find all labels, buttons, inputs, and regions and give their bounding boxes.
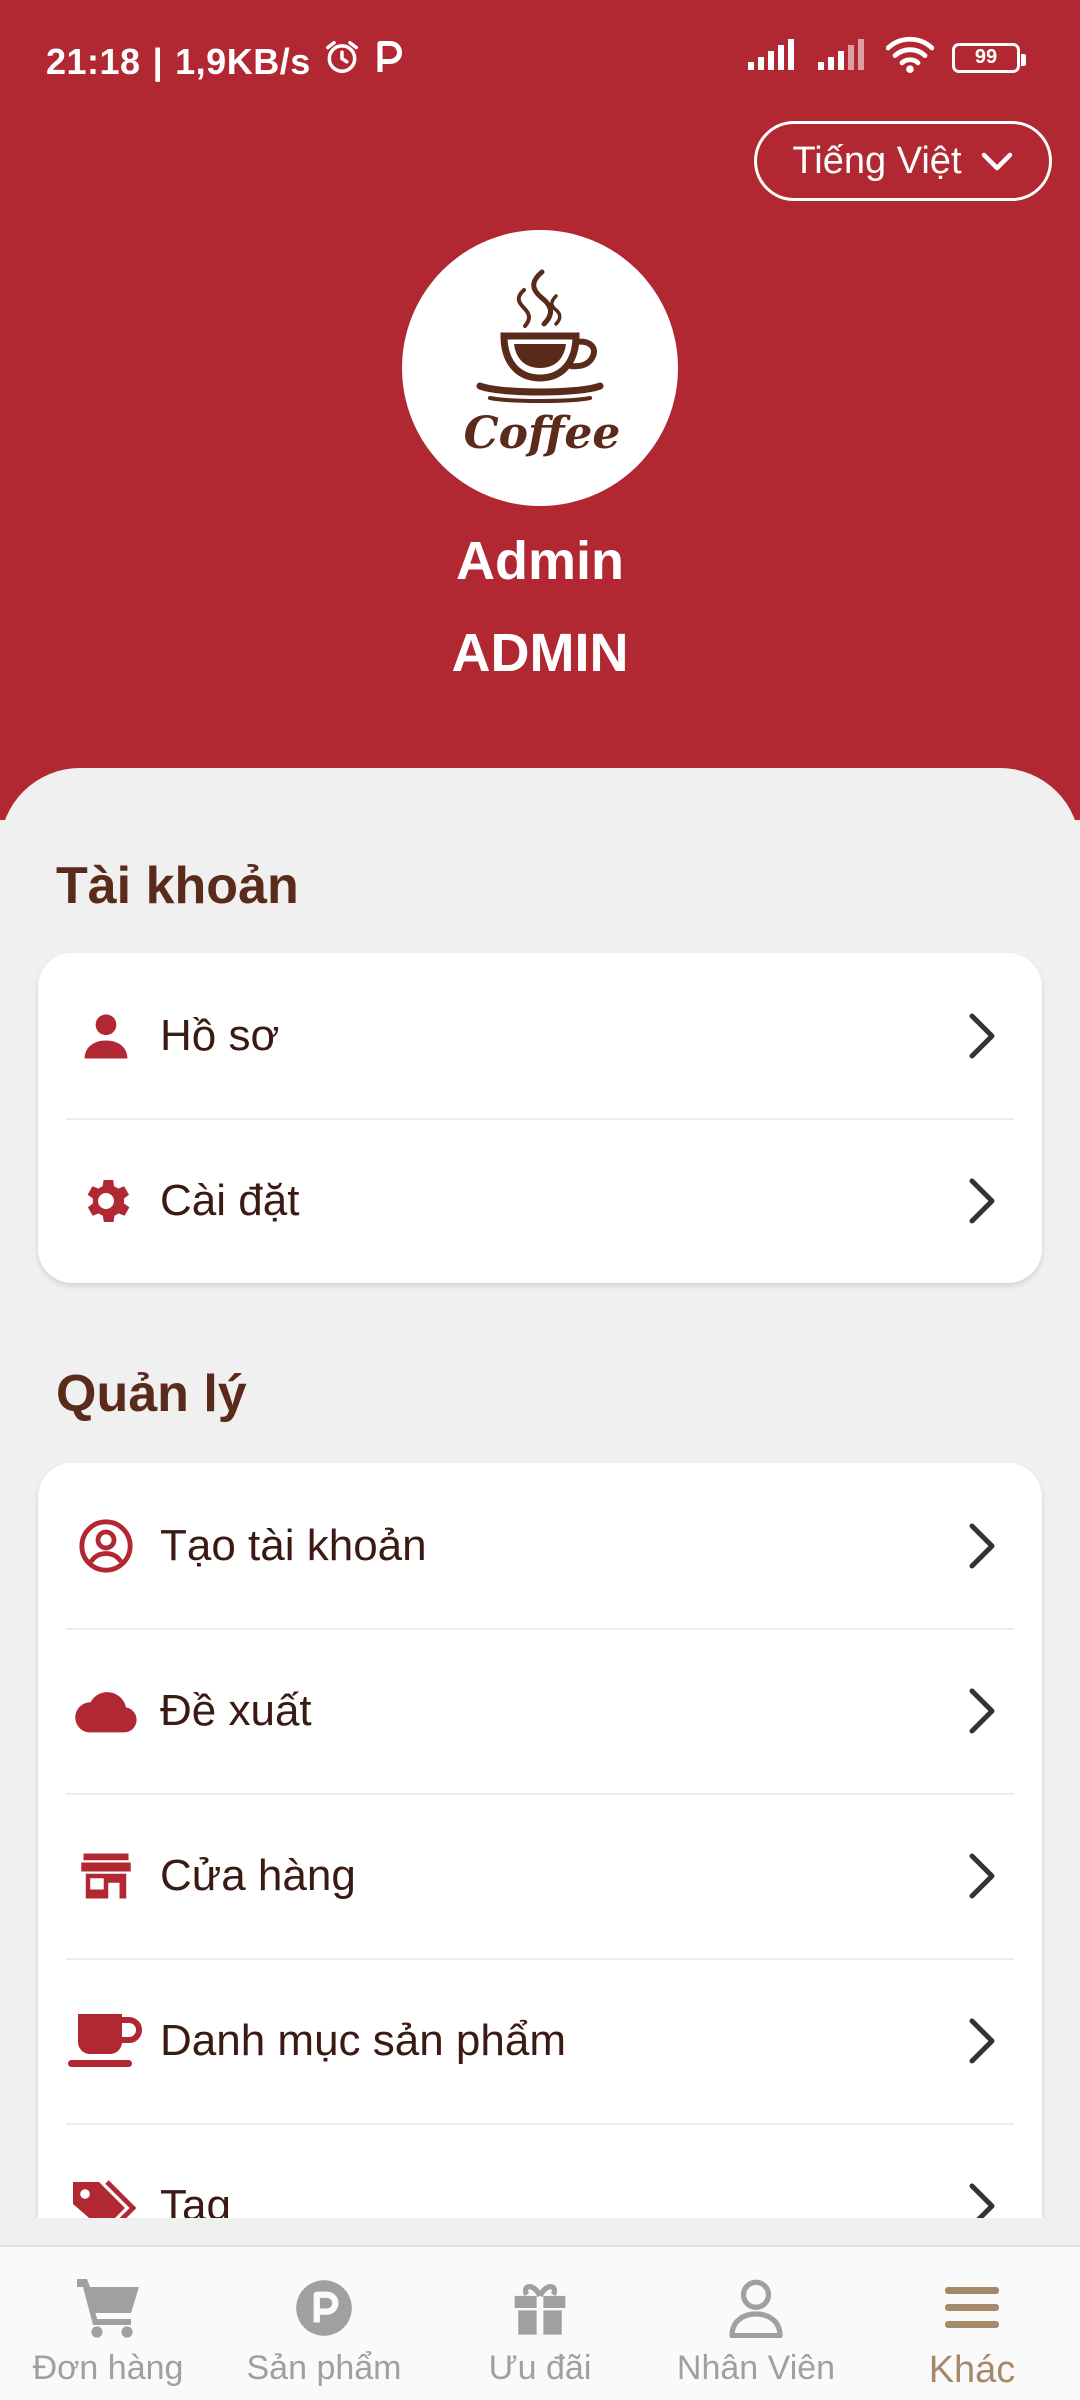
- status-bar: 21:18 | 1,9KB/s 99: [0, 0, 1080, 120]
- cloud-icon: [66, 1671, 146, 1751]
- menu-item-label: Danh mục sản phẩm: [160, 2015, 566, 2065]
- menu-item-suggestions[interactable]: Đề xuất: [38, 1628, 1042, 1793]
- status-net-speed: 1,9KB/s: [175, 40, 311, 82]
- status-separator: |: [152, 40, 164, 82]
- menu-icon: [939, 2275, 1005, 2341]
- signal-icon: [816, 38, 868, 77]
- language-label: Tiếng Việt: [792, 139, 962, 182]
- status-time: 21:18: [46, 40, 141, 82]
- section-title-account: Tài khoản: [56, 857, 299, 915]
- menu-item-profile[interactable]: Hồ sơ: [38, 953, 1042, 1118]
- nav-item-orders[interactable]: Đơn hàng: [0, 2247, 216, 2400]
- chevron-right-icon: [962, 1516, 1002, 1576]
- menu-item-label: Tag: [160, 2180, 231, 2219]
- chevron-right-icon: [962, 1681, 1002, 1741]
- chevron-down-icon: [980, 140, 1014, 183]
- nav-item-staff[interactable]: Nhân Viên: [648, 2247, 864, 2400]
- language-selector[interactable]: Tiếng Việt: [754, 121, 1052, 201]
- menu-item-label: Cửa hàng: [160, 1850, 356, 1900]
- battery-icon: 99: [952, 42, 1026, 73]
- wifi-icon: [885, 36, 935, 79]
- status-right: 99: [746, 36, 1026, 79]
- user-role: ADMIN: [451, 623, 629, 683]
- coffee-logo: Coffee: [402, 230, 678, 506]
- menu-item-create-account[interactable]: Tạo tài khoản: [38, 1463, 1042, 1628]
- nav-label: Ưu đãi: [488, 2349, 592, 2387]
- chevron-right-icon: [962, 2176, 1002, 2218]
- status-left: 21:18 | 1,9KB/s: [46, 38, 405, 85]
- person-icon: [66, 996, 146, 1076]
- logo-text: Coffee: [464, 408, 621, 459]
- nav-item-more[interactable]: Khác: [864, 2247, 1080, 2400]
- menu-item-label: Đề xuất: [160, 1685, 312, 1735]
- management-card: Tạo tài khoản Đề xuất Cửa hàng Danh mục …: [38, 1463, 1042, 2218]
- profile-header: 21:18 | 1,9KB/s 99 Tiếng Việt Coffee Adm…: [0, 0, 1080, 820]
- account-circle-icon: [66, 1506, 146, 1586]
- nav-label: Sản phẩm: [246, 2349, 402, 2387]
- user-name: Admin: [456, 531, 624, 591]
- chevron-right-icon: [962, 2011, 1002, 2071]
- chevron-right-icon: [962, 1171, 1002, 1231]
- alarm-icon: [323, 38, 361, 85]
- chevron-right-icon: [962, 1006, 1002, 1066]
- tag-icon: [66, 2166, 146, 2218]
- section-title-management: Quản lý: [56, 1365, 247, 1423]
- menu-sheet: Tài khoản Hồ sơ Cài đặt Quản lý Tạo tài …: [0, 768, 1080, 2218]
- chevron-right-icon: [962, 1846, 1002, 1906]
- store-icon: [66, 1836, 146, 1916]
- menu-item-tag[interactable]: Tag: [38, 2123, 1042, 2218]
- nav-label: Đơn hàng: [32, 2349, 184, 2387]
- menu-item-settings[interactable]: Cài đặt: [38, 1118, 1042, 1283]
- parking-app-icon: [373, 39, 405, 84]
- coffee-cup-icon: [66, 2001, 146, 2081]
- nav-label: Khác: [928, 2349, 1016, 2391]
- menu-item-product-categories[interactable]: Danh mục sản phẩm: [38, 1958, 1042, 2123]
- signal-icon: [746, 38, 798, 77]
- battery-level: 99: [974, 46, 998, 68]
- account-card: Hồ sơ Cài đặt: [38, 953, 1042, 1283]
- cart-icon: [75, 2275, 141, 2341]
- nav-item-promotions[interactable]: Ưu đãi: [432, 2247, 648, 2400]
- menu-item-stores[interactable]: Cửa hàng: [38, 1793, 1042, 1958]
- menu-item-label: Cài đặt: [160, 1175, 300, 1225]
- nav-label: Nhân Viên: [676, 2349, 836, 2387]
- menu-item-label: Tạo tài khoản: [160, 1520, 427, 1570]
- gift-icon: [507, 2275, 573, 2341]
- product-icon: [291, 2275, 357, 2341]
- gear-icon: [66, 1161, 146, 1241]
- nav-item-products[interactable]: Sản phẩm: [216, 2247, 432, 2400]
- bottom-nav: Đơn hàng Sản phẩm Ưu đãi Nhân Viên Khác: [0, 2245, 1080, 2400]
- person-outline-icon: [723, 2275, 789, 2341]
- menu-item-label: Hồ sơ: [160, 1010, 280, 1060]
